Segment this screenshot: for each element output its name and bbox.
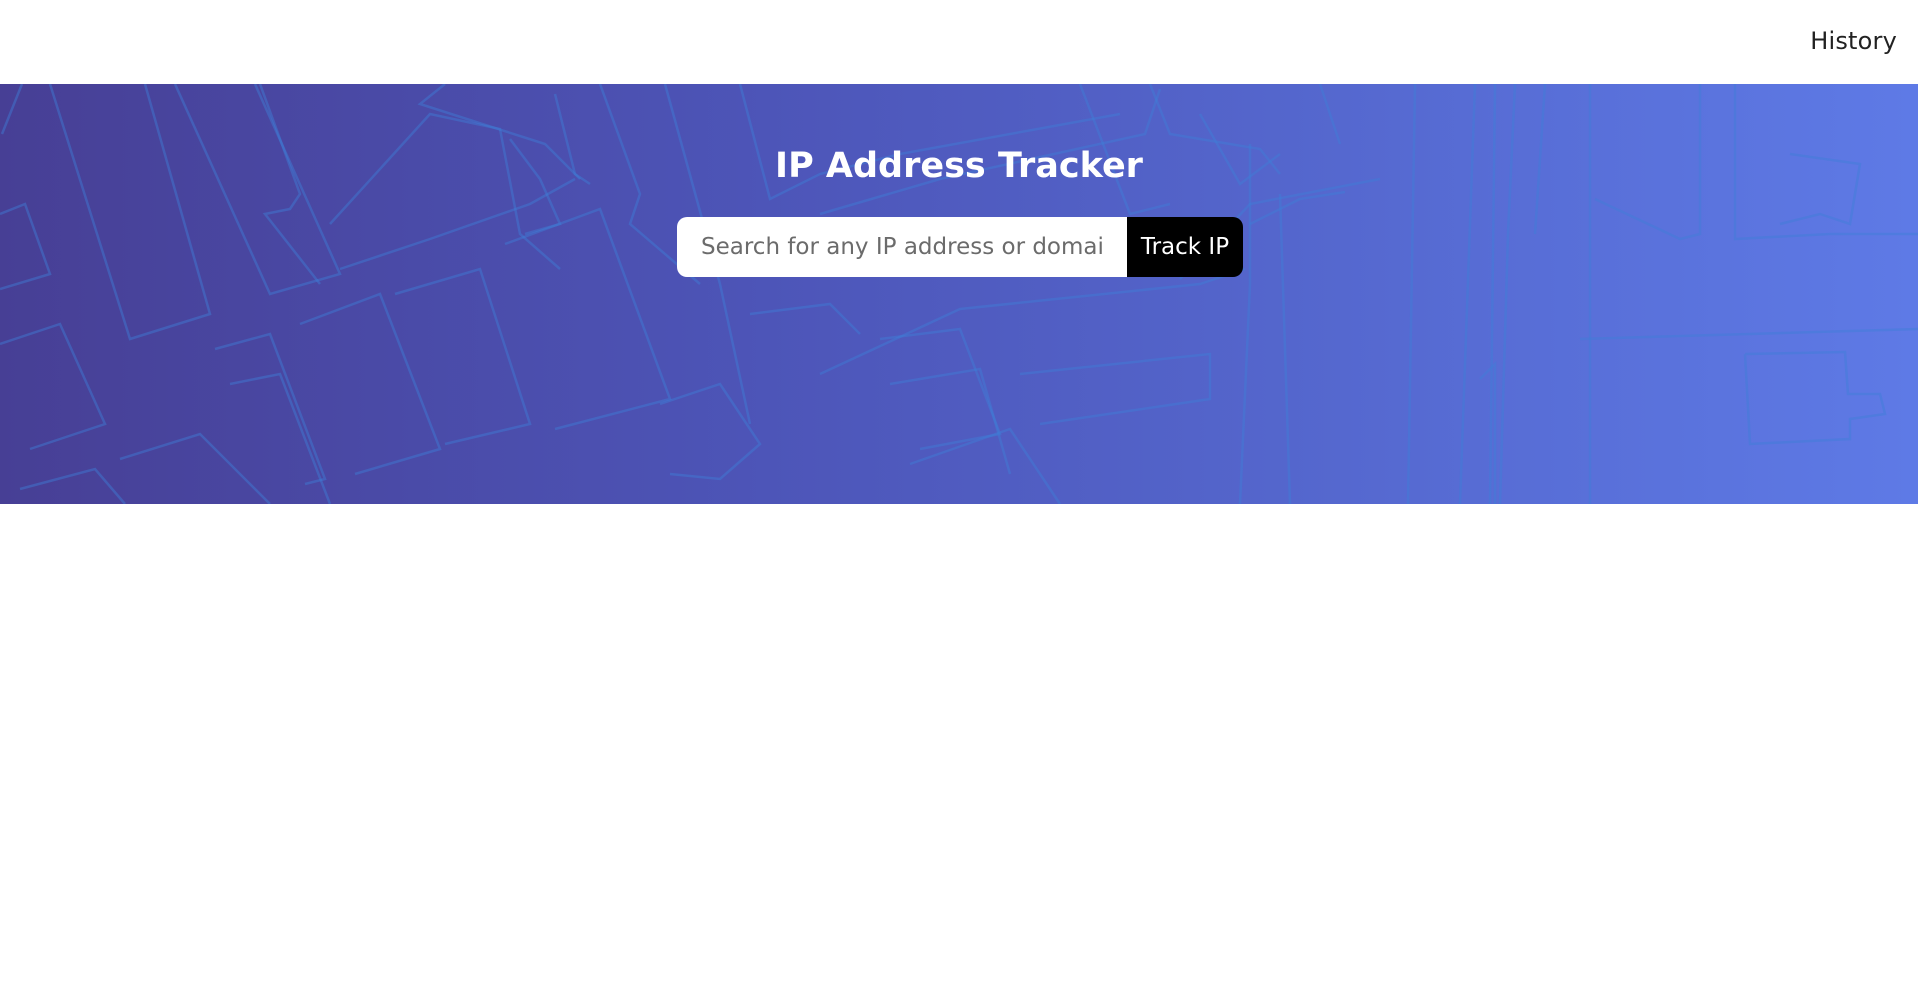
top-navigation-bar: History <box>0 0 1918 84</box>
page-title: IP Address Tracker <box>775 146 1143 186</box>
history-link[interactable]: History <box>1810 27 1897 55</box>
ip-search-input[interactable] <box>677 217 1127 277</box>
ip-search-form: Track IP <box>677 217 1243 277</box>
track-ip-button[interactable]: Track IP <box>1127 217 1243 277</box>
hero-banner: IP Address Tracker Track IP <box>0 84 1918 504</box>
